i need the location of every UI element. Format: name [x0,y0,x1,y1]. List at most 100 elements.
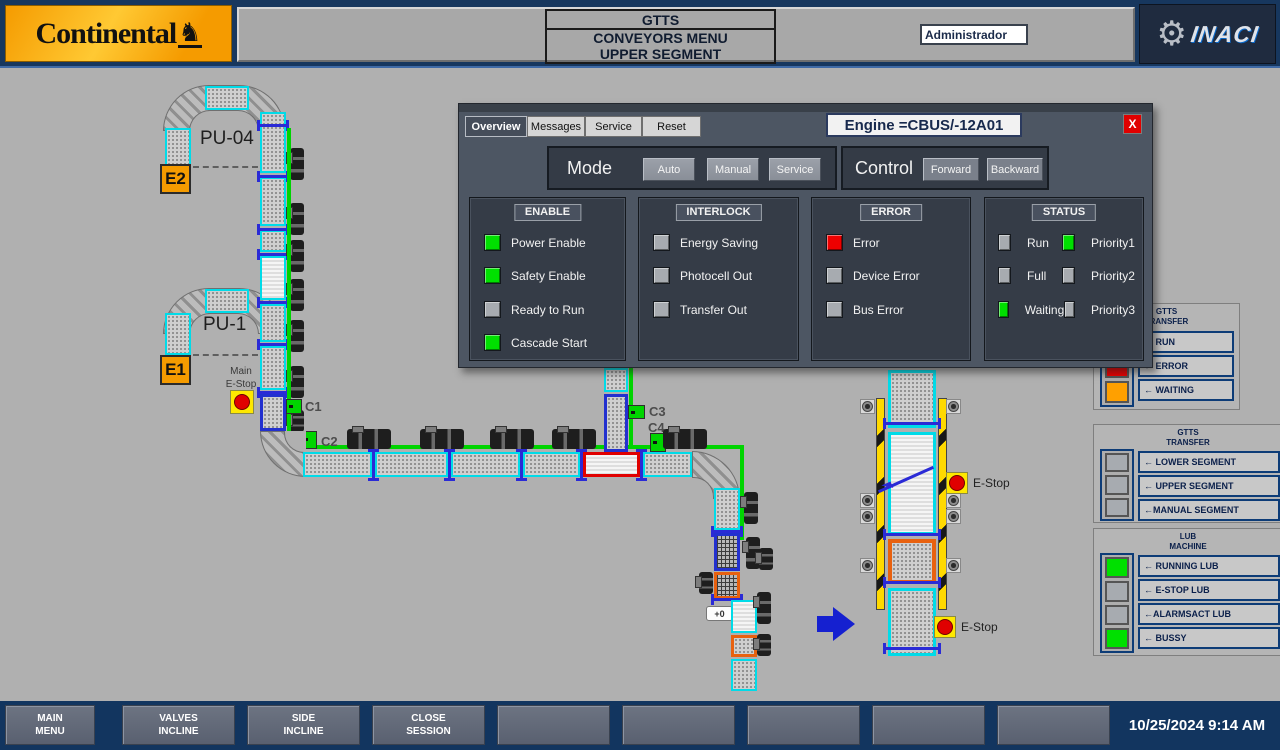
side-incline-button[interactable]: SIDE INCLINE [247,705,360,745]
service-button[interactable]: Service [769,158,821,181]
pu04-left-conveyor-segment[interactable] [165,128,191,168]
motor-icon[interactable] [490,429,534,449]
conveyor-segment-selected[interactable] [714,533,740,571]
conveyor-segment[interactable] [888,370,936,428]
error-label: Error [853,236,880,250]
upper-segment-lamp [1105,475,1129,494]
continental-logo: Continental ♞ [5,5,232,62]
conveyor-segment-empty[interactable] [260,256,286,300]
valves-incline-button[interactable]: VALVES INCLINE [122,705,235,745]
motor-icon[interactable] [699,572,713,594]
empty-function-button [997,705,1110,745]
status-row: ← RUNNING LUB [1138,555,1280,577]
motor-icon[interactable] [420,429,464,449]
error-lamp [826,234,843,251]
pu1-label: PU-1 [203,314,246,336]
conveyor-segment[interactable] [260,304,286,342]
motor-icon[interactable] [290,366,304,398]
tab-reset[interactable]: Reset [642,116,701,137]
forward-button[interactable]: Forward [923,158,979,181]
user-field[interactable] [920,24,1028,45]
station-e2-badge[interactable]: E2 [160,164,191,194]
horse-icon: ♞ [178,19,201,48]
conveyor-segment[interactable] [375,452,448,477]
waiting-lamp [998,301,1009,318]
indicator-row: Energy Saving [653,234,758,251]
photocell-icon [946,558,961,573]
tab-service[interactable]: Service [585,116,642,137]
main-menu-button[interactable]: MAIN MENU [5,705,95,745]
device-error-lamp [826,267,843,284]
motor-icon[interactable] [347,429,391,449]
close-session-button[interactable]: CLOSE SESSION [372,705,485,745]
conveyor-segment[interactable] [731,659,757,691]
motor-icon[interactable] [759,548,773,570]
motor-icon[interactable] [663,429,707,449]
tab-overview[interactable]: Overview [465,116,527,137]
conveyor-segment[interactable] [260,346,286,390]
conveyor-segment[interactable] [604,368,628,392]
empty-function-button [747,705,860,745]
motor-icon[interactable] [290,279,304,311]
conveyor-segment[interactable] [714,488,740,530]
header: Continental ♞ GTTS CONVEYORS MENU UPPER … [0,0,1280,68]
c3-label: C3 [649,404,666,419]
motor-icon[interactable] [290,240,304,272]
indicator-row: Waiting Priority3 [998,301,1135,318]
device-error-label: Device Error [853,269,920,283]
nav-row-upper-segment[interactable]: ← UPPER SEGMENT [1138,475,1280,497]
motor-icon[interactable] [290,320,304,352]
pu04-top-conveyor-segment[interactable] [205,86,249,110]
estop-indicator [934,616,956,638]
motor-icon[interactable] [552,429,596,449]
conveyor-segment[interactable] [451,452,520,477]
conveyor-segment-warning[interactable] [714,572,740,599]
pu1-left-conveyor-segment[interactable] [165,313,191,355]
conveyor-segment-selected[interactable] [604,394,628,452]
close-icon[interactable]: X [1123,114,1142,134]
transfer-marker [640,450,643,480]
indicator-row: Safety Enable [484,267,586,284]
auto-button[interactable]: Auto [643,158,695,181]
priority3-label: Priority3 [1091,303,1135,317]
conveyor-segment[interactable] [888,588,936,656]
transfer-marker [258,228,288,231]
manual-button[interactable]: Manual [707,158,759,181]
hmi-screen: PU-04 E2 PU-1 E1 Main E-Stop C1 C2 C3 C4 [0,0,1280,750]
continental-wordmark: Continental [36,17,177,51]
conveyor-segment[interactable] [303,452,372,477]
nav-row-lower-segment[interactable]: ← LOWER SEGMENT [1138,451,1280,473]
sensor-c3-box[interactable] [628,405,645,419]
indicator-row: Run Priority1 [998,234,1135,251]
photocell-out-label: Photocell Out [680,269,752,283]
energy-saving-label: Energy Saving [680,236,758,250]
tab-messages[interactable]: Messages [527,116,585,137]
conveyor-segment-error[interactable] [583,452,640,477]
photocell-icon [860,399,875,414]
bus-error-label: Bus Error [853,303,904,317]
motor-icon[interactable] [290,148,304,180]
enable-panel: ENABLE Power Enable Safety Enable Ready … [469,197,626,361]
sensor-c1-box[interactable] [286,399,302,414]
conveyor-segment[interactable] [260,230,286,252]
inaci-logo: ⚙ INACI [1139,4,1276,64]
nav-row-manual-segment[interactable]: ←MANUAL SEGMENT [1138,499,1280,521]
conveyor-segment[interactable] [523,452,580,477]
motor-icon[interactable] [744,492,758,524]
motor-icon[interactable] [290,203,304,235]
backward-button[interactable]: Backward [987,158,1043,181]
conveyor-segment[interactable] [260,112,286,173]
transfer-marker [258,124,288,127]
empty-function-button [872,705,985,745]
conveyor-segment[interactable] [643,452,692,477]
motor-icon[interactable] [757,592,771,624]
conveyor-segment-warning[interactable] [888,539,936,584]
conveyor-segment-selected[interactable] [260,394,286,431]
motor-icon[interactable] [757,634,771,656]
conveyor-segment[interactable] [260,177,286,226]
status-row: ← BUSSY [1138,627,1280,649]
transfer-marker [884,533,940,536]
station-e1-badge[interactable]: E1 [160,355,191,385]
pu1-top-conveyor-segment[interactable] [205,289,249,313]
transfer-out-lamp [653,301,670,318]
